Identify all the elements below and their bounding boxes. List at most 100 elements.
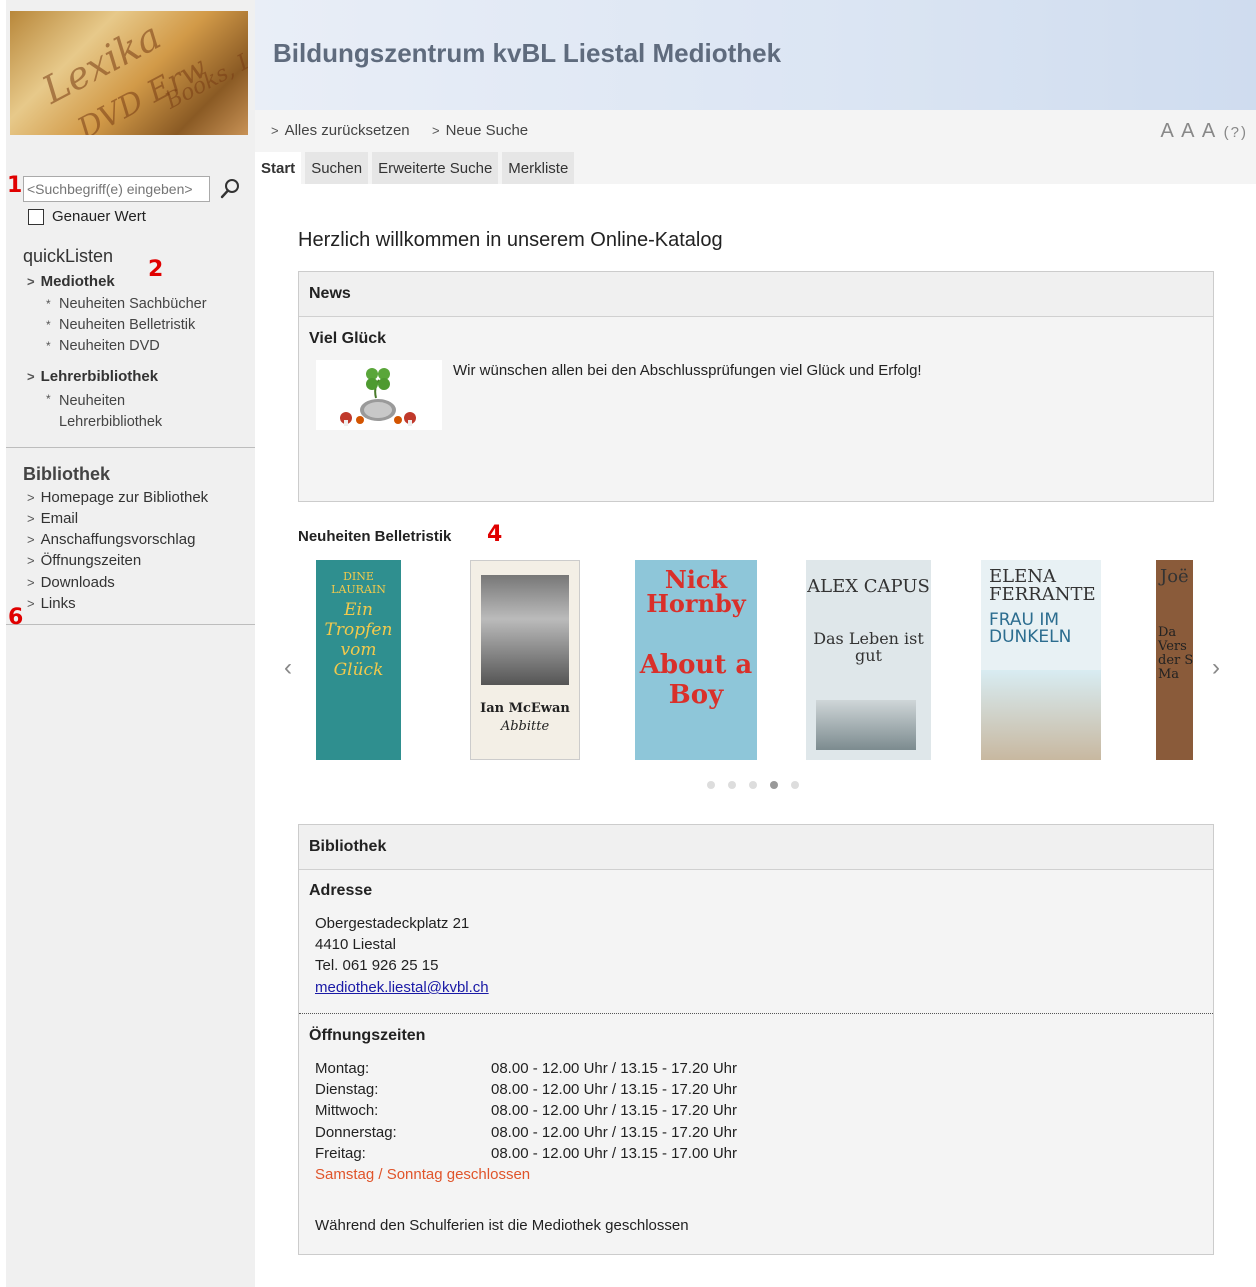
hours-day: Montag: <box>315 1060 370 1077</box>
hours-time: 08.00 - 12.00 Uhr / 13.15 - 17.20 Uhr <box>491 1081 737 1098</box>
tab-erweiterte-suche[interactable]: Erweiterte Suche <box>372 152 499 184</box>
carousel-dot[interactable] <box>707 781 715 789</box>
tab-suchen[interactable]: Suchen <box>305 152 369 184</box>
weekend-closed-note: Samstag / Sonntag geschlossen <box>315 1166 531 1183</box>
chevron-right-icon: > <box>27 532 35 547</box>
hours-time: 08.00 - 12.00 Uhr / 13.15 - 17.20 Uhr <box>491 1060 737 1077</box>
book-cover[interactable]: ELENA FERRANTE FRAU IM DUNKELN <box>981 560 1101 760</box>
book-title: Da Vers der S Ma <box>1158 625 1193 682</box>
book-title: About a Boy <box>639 650 753 710</box>
carousel-next-button[interactable]: › <box>1212 654 1220 682</box>
bullet-icon: * <box>46 339 51 353</box>
tabs: Start Suchen Erweiterte Suche Merkliste <box>255 152 575 184</box>
quicklist-label: Mediothek <box>40 273 115 290</box>
search-icon[interactable] <box>219 178 243 202</box>
hours-time: 08.00 - 12.00 Uhr / 13.15 - 17.20 Uhr <box>491 1124 737 1141</box>
carousel-dot[interactable] <box>791 781 799 789</box>
hours-day: Freitag: <box>315 1145 366 1162</box>
address-city: 4410 Liestal <box>315 936 396 953</box>
quicklist-lehrerbibliothek[interactable]: > Lehrerbibliothek <box>27 368 158 385</box>
tab-start[interactable]: Start <box>255 152 302 184</box>
book-author: Joë <box>1160 566 1189 587</box>
carousel-prev-button[interactable]: ‹ <box>284 654 292 682</box>
page-header: Bildungszentrum kvBL Liestal Mediothek <box>255 0 1256 110</box>
font-size-label[interactable]: A A A <box>1160 120 1216 142</box>
book-author: Nick Hornby <box>646 565 746 618</box>
hours-heading: Öffnungszeiten <box>309 1027 426 1044</box>
library-nav-anschaffung[interactable]: > Anschaffungsvorschlag <box>27 531 195 548</box>
font-size-control[interactable]: A A A (?) <box>1160 120 1248 143</box>
holiday-note: Während den Schulferien ist die Mediothe… <box>315 1217 689 1234</box>
book-cover[interactable]: Joë Da Vers der S Ma <box>1156 560 1193 760</box>
hours-time: 08.00 - 12.00 Uhr / 13.15 - 17.00 Uhr <box>491 1145 737 1162</box>
book-cover[interactable]: DINE LAURAIN Ein Tropfen vom Glück <box>316 560 401 760</box>
chevron-right-icon: > <box>27 575 35 590</box>
library-nav-heading: Bibliothek <box>23 464 111 484</box>
news-title: Viel Glück <box>309 330 387 347</box>
book-author: ALEX CAPUS <box>807 576 930 597</box>
exact-value-checkbox[interactable] <box>28 208 44 225</box>
hours-day: Donnerstag: <box>315 1124 397 1141</box>
library-nav-links[interactable]: > Links <box>27 595 76 612</box>
page-title: Herzlich willkommen in unserem Online-Ka… <box>298 229 723 251</box>
email-link[interactable]: mediothek.liestal@kvbl.ch <box>315 979 489 996</box>
clover-image <box>316 360 442 430</box>
carousel-heading: Neuheiten Belletristik <box>298 528 452 545</box>
carousel-dot[interactable] <box>749 781 757 789</box>
book-title: Das Leben ist gut <box>813 629 924 665</box>
library-nav-downloads[interactable]: > Downloads <box>27 574 115 591</box>
library-panel: Bibliothek Adresse Obergestadeckplatz 21… <box>298 824 1214 1255</box>
chevron-right-icon: > <box>271 123 279 138</box>
book-title: Ein Tropfen vom Glück <box>324 600 393 680</box>
book-cover[interactable]: ALEX CAPUS Das Leben ist gut <box>806 560 931 760</box>
quicklist-mediothek[interactable]: > Mediothek <box>27 273 115 290</box>
hours-time: 08.00 - 12.00 Uhr / 13.15 - 17.20 Uhr <box>491 1102 737 1119</box>
book-cover[interactable]: Nick Hornby About a Boy <box>635 560 757 760</box>
crumb-label: Alles zurücksetzen <box>284 122 410 139</box>
library-nav-label: Anschaffungsvorschlag <box>40 531 196 548</box>
book-title: Abbitte <box>500 719 550 734</box>
library-heading: Bibliothek <box>299 825 1213 870</box>
annotation-marker: 1 <box>7 173 23 198</box>
carousel-dot[interactable] <box>728 781 736 789</box>
quicklist-item-belletristik[interactable]: Neuheiten Belletristik <box>59 317 195 333</box>
quicklist-item-lehrer-neuheiten[interactable]: Neuheiten Lehrerbibliothek <box>59 391 199 433</box>
library-nav-label: Links <box>40 595 76 612</box>
new-search-link[interactable]: > Neue Suche <box>432 122 528 139</box>
news-panel: News Viel Glück Wir wünschen allen bei d… <box>298 271 1214 502</box>
reset-all-link[interactable]: > Alles zurücksetzen <box>271 122 410 139</box>
exact-value-option[interactable]: Genauer Wert <box>28 208 146 225</box>
library-nav-homepage[interactable]: > Homepage zur Bibliothek <box>27 489 208 506</box>
quicklist-item-dvd[interactable]: Neuheiten DVD <box>59 338 160 354</box>
library-nav-label: Email <box>40 510 79 527</box>
search-input[interactable] <box>23 176 210 202</box>
site-title: Bildungszentrum kvBL Liestal Mediothek <box>273 38 782 68</box>
book-cover[interactable]: Ian McEwan Abbitte <box>470 560 580 760</box>
sidebar-divider <box>6 447 255 448</box>
book-author: ELENA FERRANTE <box>989 566 1096 605</box>
crumb-label: Neue Suche <box>445 122 529 139</box>
font-size-help[interactable]: (?) <box>1224 124 1248 141</box>
carousel-dot[interactable] <box>770 781 778 789</box>
carousel-pagination <box>707 781 799 789</box>
cover-photo <box>816 700 916 750</box>
chevron-right-icon: > <box>27 274 35 289</box>
library-nav-label: Öffnungszeiten <box>40 552 142 569</box>
breadcrumb: > Alles zurücksetzen > Neue Suche A A A (?… <box>255 110 1256 154</box>
cover-photo <box>981 670 1101 760</box>
book-author: Ian McEwan <box>480 701 570 716</box>
logo-image: Lexika DVD Erw Books, Libr <box>10 11 248 135</box>
chevron-right-icon: > <box>27 369 35 384</box>
library-nav-label: Homepage zur Bibliothek <box>40 489 209 506</box>
chevron-right-icon: > <box>27 490 35 505</box>
quicklist-item-sachbuecher[interactable]: Neuheiten Sachbücher <box>59 296 207 312</box>
bullet-icon: * <box>46 297 51 311</box>
book-title: FRAU IM DUNKELN <box>989 610 1072 647</box>
library-nav-oeffnungszeiten[interactable]: > Öffnungszeiten <box>27 552 141 569</box>
exact-value-label: Genauer Wert <box>52 208 146 225</box>
tab-merkliste[interactable]: Merkliste <box>502 152 575 184</box>
sidebar: Lexika DVD Erw Books, Libr Genauer Wert … <box>6 0 255 1287</box>
news-text: Wir wünschen allen bei den Abschlussprüf… <box>453 362 922 379</box>
library-nav-label: Downloads <box>40 574 115 591</box>
library-nav-email[interactable]: > Email <box>27 510 78 527</box>
